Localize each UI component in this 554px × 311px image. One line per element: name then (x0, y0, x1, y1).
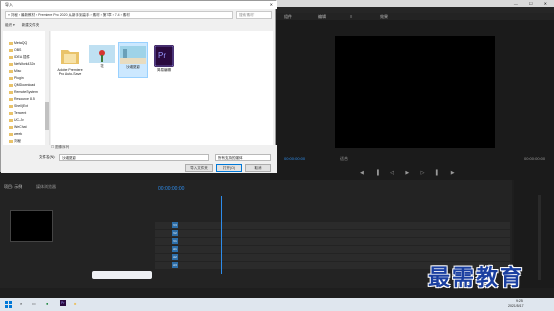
file-item-flower[interactable]: 花 (87, 45, 117, 89)
filename-input[interactable]: 沙滩夏影 (59, 154, 209, 161)
cancel-button[interactable]: 取消 (245, 164, 271, 172)
clock-time[interactable]: 9:25 (516, 299, 523, 303)
file-list: Adobe Premiere Pro Auto-Save 花 沙滩夏影 Pr 简… (51, 31, 273, 145)
image-sequence-checkbox[interactable]: ☐ 图像序列 (51, 145, 69, 150)
folder-icon (9, 62, 13, 66)
project-clip-thumbnail[interactable] (10, 210, 53, 242)
track-v1[interactable] (155, 238, 510, 245)
windows-start-icon[interactable] (5, 301, 12, 308)
nav-item[interactable]: Shell(Ext (9, 104, 28, 108)
fit-dropdown[interactable]: 适合 (340, 156, 348, 162)
folder-icon (9, 139, 13, 143)
tab-assembly[interactable]: 组件 (284, 13, 292, 20)
folder-icon (9, 97, 13, 101)
search-input[interactable]: 搜索'素材' (236, 11, 272, 19)
track-v3[interactable] (155, 222, 510, 229)
nav-scroll-thumb[interactable] (45, 102, 49, 130)
program-video-frame (335, 36, 495, 148)
watermark-text: 最需教育 (428, 265, 525, 291)
track-label-a2[interactable]: A2 (172, 254, 178, 260)
program-timecode-left: 00:00:00:00 (284, 156, 306, 161)
program-timecode-right: 00:00:00:00 (524, 156, 546, 161)
timeline-timecode[interactable]: 00:00:00:00 (158, 186, 184, 192)
clock-date[interactable]: 2021/5/17 (508, 304, 524, 308)
tab-editing[interactable]: 编辑 (318, 13, 326, 20)
folder-icon (9, 104, 13, 108)
file-type-select[interactable]: 所有支持的媒体 (215, 154, 271, 161)
file-item-premiere-project[interactable]: Pr 简易编辑 (149, 45, 179, 89)
import-folder-button[interactable]: 导入文件夹 (185, 164, 213, 172)
svg-text:Pr: Pr (158, 51, 166, 60)
folder-icon (9, 55, 13, 59)
dialog-bottom-bar: ☐ 图像序列 文件名(N): 沙滩夏影 所有支持的媒体 导入文件夹 打开(O) … (1, 145, 277, 173)
track-label-v1[interactable]: V1 (172, 238, 178, 244)
tab-menu[interactable]: ≡ (350, 13, 352, 20)
nav-item[interactable]: UC-Jv (9, 118, 24, 122)
folder-icon (9, 132, 13, 136)
project-label[interactable]: 项目: 示例 (4, 184, 22, 190)
folder-icon (9, 90, 13, 94)
open-button[interactable]: 打开(O) (216, 164, 242, 172)
folder-icon (9, 118, 13, 122)
media-browser-tab[interactable]: 媒体浏览器 (36, 184, 56, 190)
nav-item[interactable]: Plugin (9, 76, 24, 80)
nav-item[interactable]: MetaQQ (9, 41, 27, 45)
nav-item[interactable]: RemoteSystem (9, 90, 38, 94)
organize-button[interactable]: 组织 ▾ (5, 23, 15, 27)
track-a1[interactable] (155, 246, 510, 253)
track-label-v2[interactable]: V2 (172, 230, 178, 236)
task-view-icon[interactable]: ▭ (32, 301, 36, 306)
import-dialog: 导入 ✕ « 刘秘 › 最新教材 › Premiere Pro 2020 从新手… (0, 0, 277, 173)
folder-icon (9, 83, 13, 87)
nav-item[interactable]: WeChat (9, 125, 27, 129)
file-item-autosave[interactable]: Adobe Premiere Pro Auto-Save (55, 45, 85, 89)
nav-item[interactable]: 刘秘 (9, 139, 21, 144)
folder-icon (9, 69, 13, 73)
track-label-a3[interactable]: A3 (172, 262, 178, 268)
track-v2[interactable] (155, 230, 510, 237)
folder-icon (9, 125, 13, 129)
folder-icon (9, 111, 13, 115)
nav-item[interactable]: Resource 8.5 (9, 97, 35, 101)
taskbar: ⌕ ▭ ● Pr ■ 9:25 2021/5/17 (0, 298, 554, 311)
file-item-beach[interactable]: 沙滩夏影 (118, 42, 148, 78)
browser-icon[interactable]: ● (46, 301, 48, 306)
track-label-a1[interactable]: A1 (172, 246, 178, 252)
dialog-close-icon[interactable]: ✕ (270, 1, 273, 9)
file-explorer-icon[interactable]: ■ (74, 301, 76, 306)
premiere-project-icon: Pr (154, 45, 174, 67)
navigation-pane: MetaQQ OBS IDEA 插件 NetWork432x Misc Plug… (3, 31, 50, 145)
transport-controls[interactable]: ◀ ▐ ◁ ▶ ▷ ▌ ▶ (360, 170, 460, 176)
tab-effects[interactable]: 效果 (380, 13, 388, 20)
nav-item[interactable]: IDEA 插件 (9, 55, 30, 60)
nav-item[interactable]: week (9, 132, 22, 136)
nav-item[interactable]: Tencent (9, 111, 26, 115)
folder-icon (9, 76, 13, 80)
window-controls[interactable]: — ☐ ✕ (514, 0, 552, 7)
new-folder-button[interactable]: 新建文件夹 (22, 23, 40, 27)
workspace-tabs: 组件 编辑 ≡ 效果 (270, 13, 554, 20)
ime-toolbar[interactable] (92, 271, 152, 279)
dialog-toolbar: 组织 ▾ 新建文件夹 (5, 21, 273, 29)
filename-label: 文件名(N): (39, 155, 56, 159)
nav-item[interactable]: Misc (9, 69, 21, 73)
image-thumbnail-icon (89, 45, 115, 63)
search-icon[interactable]: ⌕ (20, 301, 22, 306)
address-bar[interactable]: « 刘秘 › 最新教材 › Premiere Pro 2020 从新手到高手 ›… (5, 11, 233, 19)
nav-item[interactable]: QMDownload (9, 83, 35, 87)
nav-item[interactable]: OBS (9, 48, 21, 52)
nav-item[interactable]: NetWork432x (9, 62, 35, 66)
premiere-taskbar-icon[interactable]: Pr (60, 300, 66, 306)
playhead[interactable] (221, 196, 222, 274)
track-label-v3[interactable]: V3 (172, 222, 178, 228)
image-thumbnail-icon (120, 46, 146, 64)
folder-icon (61, 50, 79, 64)
dialog-title-bar: 导入 ✕ (1, 1, 277, 9)
folder-icon (9, 41, 13, 45)
folder-icon (9, 48, 13, 52)
dialog-title: 导入 (5, 2, 13, 7)
